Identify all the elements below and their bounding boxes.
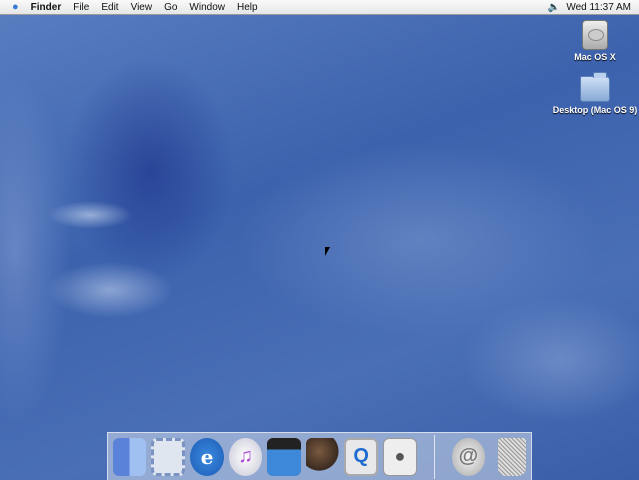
desktop-background xyxy=(0,0,639,480)
mouse-cursor-icon xyxy=(325,247,330,256)
menu-finder[interactable]: Finder xyxy=(25,0,68,15)
dock: e ♫ Q ● @ xyxy=(107,432,532,480)
dock-itunes-icon[interactable]: ♫ xyxy=(229,438,262,476)
dock-quicktime-icon[interactable]: Q xyxy=(344,438,378,476)
folder-icon xyxy=(580,76,610,102)
dock-internet-connect-icon[interactable]: @ xyxy=(452,438,485,476)
menu-view[interactable]: View xyxy=(125,0,159,15)
menu-bar: ● Finder File Edit View Go Window Help 🔈… xyxy=(0,0,639,15)
menu-file[interactable]: File xyxy=(67,0,95,15)
dock-mail-icon[interactable] xyxy=(151,438,185,476)
apple-menu-icon[interactable]: ● xyxy=(0,1,25,13)
desktop-icon-desktop-mac-os-9[interactable]: Desktop (Mac OS 9) xyxy=(550,72,639,115)
dock-internet-explorer-icon[interactable]: e xyxy=(190,438,223,476)
menu-edit[interactable]: Edit xyxy=(95,0,124,15)
dock-trash-icon[interactable] xyxy=(498,438,526,476)
menu-help[interactable]: Help xyxy=(231,0,264,15)
dock-system-preferences-icon[interactable]: ● xyxy=(383,438,417,476)
clock[interactable]: Wed 11:37 AM xyxy=(566,2,631,13)
menu-window[interactable]: Window xyxy=(183,0,231,15)
dock-separator xyxy=(434,435,435,479)
dock-sherlock-icon[interactable] xyxy=(306,438,339,476)
desktop-icon-mac-os-x[interactable]: Mac OS X xyxy=(572,20,618,62)
menu-go[interactable]: Go xyxy=(158,0,183,15)
speaker-icon[interactable]: 🔈 xyxy=(548,2,560,13)
dock-finder-icon[interactable] xyxy=(113,438,146,476)
hard-drive-icon xyxy=(582,20,608,50)
dock-imovie-icon[interactable] xyxy=(267,438,300,476)
